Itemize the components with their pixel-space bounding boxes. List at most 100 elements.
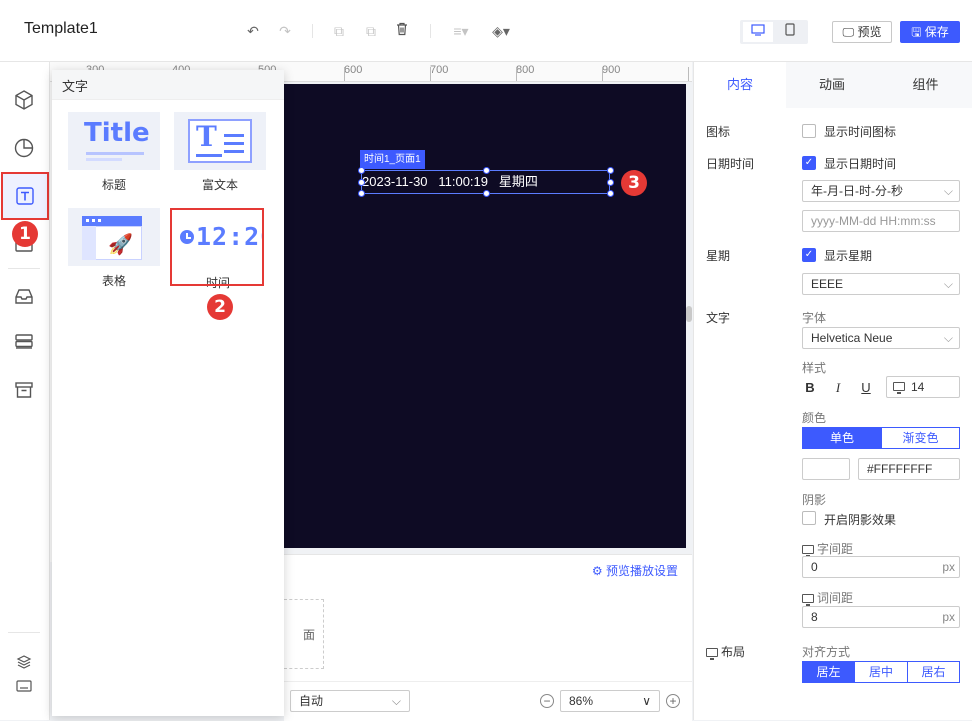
text-section-label: 文字 — [706, 311, 731, 325]
week-section-label: 星期 — [706, 249, 731, 263]
shadow-checkbox[interactable] — [802, 511, 816, 525]
sidebar-divider — [8, 268, 40, 269]
letter-spacing-input[interactable]: 0 px — [802, 556, 960, 578]
line-spacing-value: 8 — [811, 610, 818, 624]
fit-mode-select[interactable]: 自动 ⌵ — [290, 690, 410, 712]
datetime-format-placeholder: yyyy-MM-dd HH:mm:ss — [811, 214, 936, 228]
align-center-button[interactable]: 居中 — [854, 661, 908, 683]
panel-scrollbar[interactable] — [686, 306, 692, 322]
monitor-icon — [893, 382, 905, 394]
align-right-button[interactable]: 居右 — [907, 661, 960, 683]
sidebar-item-keyboard[interactable] — [0, 668, 48, 704]
save-button[interactable]: 🖫 保存 — [900, 21, 960, 43]
resize-handle[interactable] — [483, 167, 490, 174]
chevron-down-icon: ∨ — [642, 694, 651, 708]
desktop-icon[interactable] — [743, 22, 773, 42]
design-stage[interactable]: 时间1_页面1 2023-11-30 11:00:19 星期四 — [284, 84, 686, 548]
step-badge-2: 2 — [207, 294, 233, 320]
ruler-label: 800 — [516, 64, 535, 76]
week-format-value: EEEE — [811, 277, 844, 291]
line-spacing-label: 词间距 — [802, 589, 853, 606]
week-format-select[interactable]: EEEE ⌵ — [802, 273, 960, 295]
properties-panel: 内容 动画 组件 图标 显示时间图标 日期时间 ✓ 显示日期时间 年-月-日-时… — [693, 62, 972, 720]
resize-handle[interactable] — [607, 179, 614, 186]
widget-table[interactable]: 🚀 表格 — [68, 208, 160, 289]
resize-handle[interactable] — [358, 190, 365, 197]
zoom-out-icon[interactable]: − — [540, 694, 554, 708]
redo-icon[interactable]: ↷ — [276, 22, 294, 40]
resize-handle[interactable] — [607, 190, 614, 197]
underline-button[interactable]: U — [858, 380, 874, 398]
widget-title[interactable]: Title 标题 — [68, 112, 160, 193]
rocket-icon: 🚀 — [108, 234, 133, 256]
datetime-format-input[interactable]: yyyy-MM-dd HH:mm:ss — [802, 210, 960, 232]
italic-button[interactable]: I — [830, 380, 846, 398]
gear-icon: ⚙ — [591, 564, 606, 578]
time-widget-highlight — [170, 208, 264, 286]
font-size-value: 14 — [911, 380, 925, 394]
font-family-select[interactable]: Helvetica Neue ⌵ — [802, 327, 960, 349]
unit-label: px — [942, 610, 955, 624]
resize-handle[interactable] — [358, 179, 365, 186]
show-time-icon-checkbox[interactable] — [802, 124, 816, 138]
undo-icon[interactable]: ↶ — [244, 22, 262, 40]
chevron-down-icon: ⌵ — [943, 331, 953, 345]
chevron-down-icon: ⌵ — [943, 277, 953, 291]
preview-icon: 🖵 — [842, 25, 858, 39]
widget-rich-text[interactable]: T 富文本 — [174, 112, 266, 193]
zoom-select[interactable]: 86% ∨ — [560, 690, 660, 712]
font-label: 字体 — [802, 311, 827, 325]
color-hex-input[interactable]: #FFFFFFFF — [858, 458, 960, 480]
style-label: 样式 — [802, 361, 827, 375]
show-time-icon-label: 显示时间图标 — [824, 125, 897, 139]
rich-text-thumbnail-text: T — [196, 120, 217, 153]
sidebar-item-archive[interactable] — [0, 366, 48, 414]
header-bar: Template1 ↶ ↷ ⧉ ⧉ ≡▾ ◈▾ 🖵 预览 🖫 保存 — [0, 0, 972, 62]
tab-component[interactable]: 组件 — [878, 62, 972, 108]
sidebar-item-inbox[interactable] — [0, 272, 48, 320]
copy-icon[interactable]: ⧉ — [330, 22, 348, 40]
page-thumbnail[interactable]: 面 — [284, 599, 324, 669]
resize-handle[interactable] — [358, 167, 365, 174]
datetime-format-select[interactable]: 年-月-日-时-分-秒 ⌵ — [802, 180, 960, 202]
step-badge-3: 3 — [621, 170, 647, 196]
delete-icon[interactable] — [393, 22, 411, 40]
preview-settings-link[interactable]: ⚙ 预览播放设置 — [592, 562, 678, 579]
tab-animation[interactable]: 动画 — [786, 62, 878, 108]
shadow-label: 阴影 — [802, 493, 827, 507]
line-spacing-input[interactable]: 8 px — [802, 606, 960, 628]
time-component[interactable]: 2023-11-30 11:00:19 星期四 — [358, 167, 614, 197]
sidebar-divider — [8, 632, 40, 633]
mobile-icon[interactable] — [775, 22, 805, 42]
zoom-in-icon[interactable]: + — [666, 694, 680, 708]
show-datetime-checkbox[interactable]: ✓ — [802, 156, 816, 170]
layers-icon[interactable]: ◈▾ — [488, 22, 514, 40]
color-hex-value: #FFFFFFFF — [867, 462, 933, 476]
show-week-checkbox[interactable]: ✓ — [802, 248, 816, 262]
show-week-label: 显示星期 — [824, 249, 873, 263]
resize-handle[interactable] — [607, 167, 614, 174]
save-label: 保存 — [924, 25, 949, 39]
sidebar-item-text[interactable] — [1, 172, 49, 220]
align-icon[interactable]: ≡▾ — [448, 22, 474, 40]
app-title: Template1 — [24, 20, 98, 37]
paste-icon[interactable]: ⧉ — [362, 22, 380, 40]
unit-label: px — [942, 560, 955, 574]
sidebar-item-chart[interactable] — [0, 124, 48, 172]
preview-button[interactable]: 🖵 预览 — [832, 21, 892, 43]
tab-content[interactable]: 内容 — [694, 62, 786, 108]
solid-color-button[interactable]: 单色 — [802, 427, 882, 449]
font-size-input[interactable]: 14 — [886, 376, 960, 398]
bold-button[interactable]: B — [802, 380, 818, 398]
monitor-icon — [802, 545, 814, 557]
shadow-toggle-label: 开启阴影效果 — [824, 513, 897, 527]
color-swatch[interactable] — [802, 458, 850, 480]
preview-settings-label: 预览播放设置 — [605, 564, 678, 578]
align-left-button[interactable]: 居左 — [802, 661, 855, 683]
toolbar-divider — [430, 24, 431, 38]
resize-handle[interactable] — [483, 190, 490, 197]
sidebar-item-3d[interactable] — [0, 76, 48, 124]
sidebar-item-server[interactable] — [0, 318, 48, 366]
gradient-color-button[interactable]: 渐变色 — [881, 427, 960, 449]
page-label: 面 — [302, 628, 315, 642]
